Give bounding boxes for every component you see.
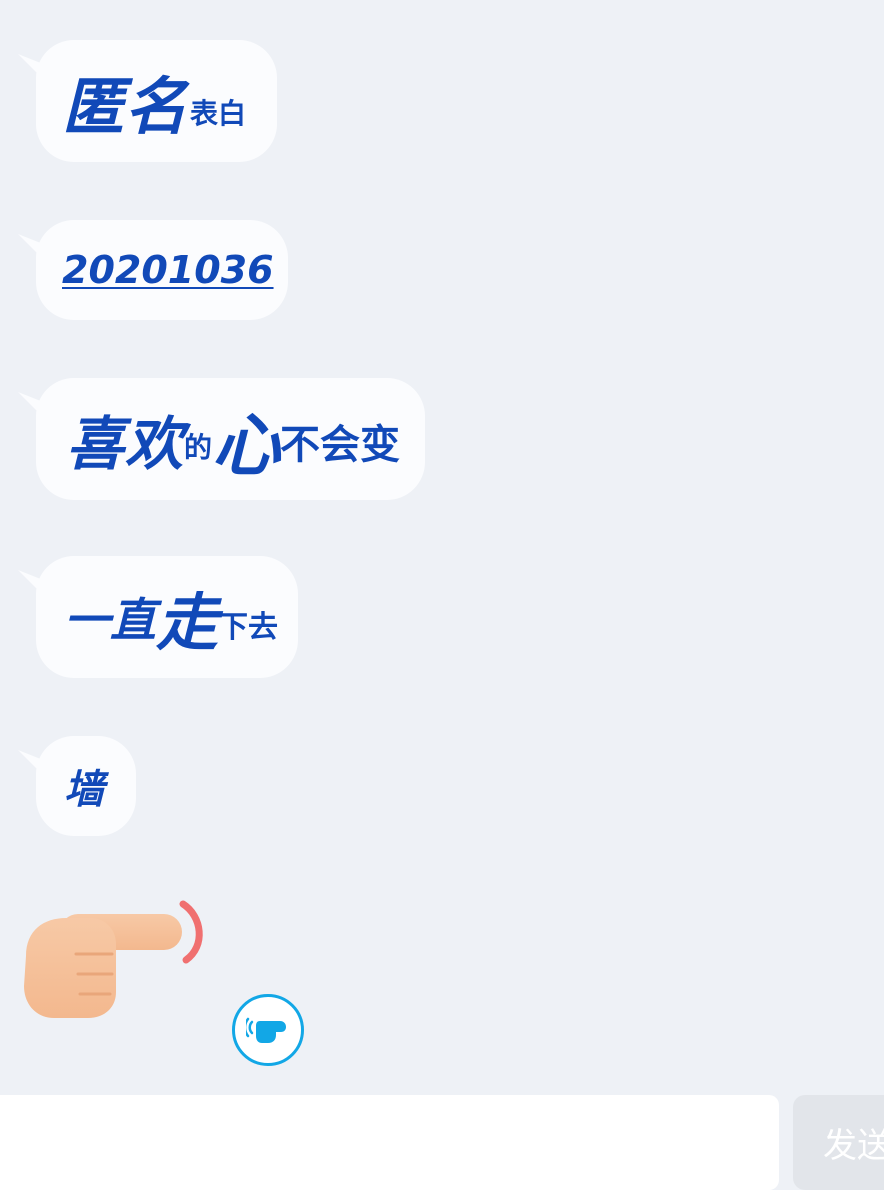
message-text: 喜欢 [66,410,185,478]
poke-button[interactable] [232,994,304,1066]
message-text: 的 [184,431,213,464]
message-text: 一直 [64,593,156,647]
message-bubble[interactable]: 喜欢 的 心 不会变 [36,378,425,500]
message-text: 走 [156,586,219,659]
message-bubble[interactable]: 20201036 [36,220,288,320]
pointing-hand-icon [24,900,203,1018]
message-text: 墙 [64,767,104,813]
message-bubble[interactable]: 一直 走 下去 [36,556,298,678]
message-input[interactable] [0,1095,779,1190]
message-text: 表白 [190,97,247,130]
message-bubble[interactable]: 墙 [36,736,136,836]
message-bubble[interactable]: 匿名 表白 [36,40,277,162]
message-text: 不会变 [280,422,401,468]
message-link[interactable]: 20201036 [62,248,274,292]
poke-icon [246,1017,286,1043]
chat-area: 匿名 表白 20201036 喜欢 的 心 不会变 一直 走 下去 墙 [0,0,884,1095]
input-bar: 发送 [0,1095,884,1190]
message-text: 匿名 [62,70,189,143]
message-text: 下去 [218,610,279,645]
send-button[interactable]: 发送 [793,1095,884,1190]
message-text: 心 [212,406,281,486]
